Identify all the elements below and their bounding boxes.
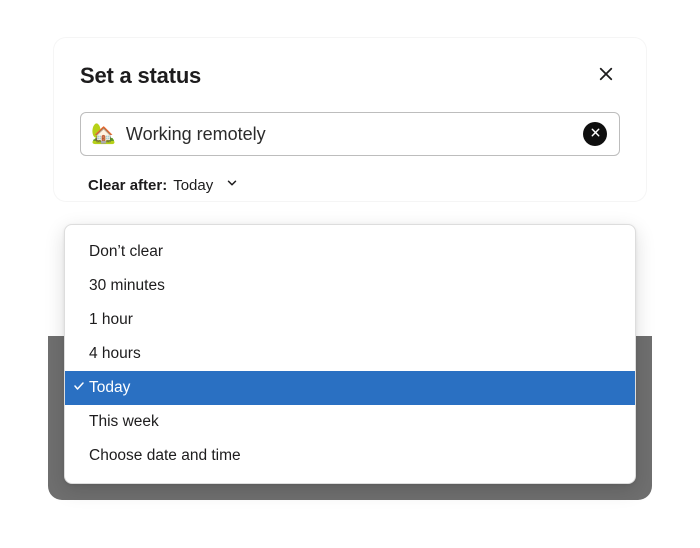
option-today[interactable]: Today xyxy=(65,371,635,405)
clear-after-label: Clear after: xyxy=(88,177,167,194)
clear-after-value: Today xyxy=(173,177,213,194)
status-input[interactable]: 🏡 Working remotely xyxy=(80,112,620,156)
option-30-minutes[interactable]: 30 minutes xyxy=(65,269,635,303)
option-label: 30 minutes xyxy=(89,277,165,295)
option-label: Choose date and time xyxy=(89,447,241,465)
status-text-value: Working remotely xyxy=(126,124,573,145)
option-label: This week xyxy=(89,413,159,431)
option-label: 4 hours xyxy=(89,345,141,363)
close-icon xyxy=(597,65,615,88)
clear-status-button[interactable] xyxy=(583,122,607,146)
option-label: Don’t clear xyxy=(89,243,163,261)
option-label: Today xyxy=(89,379,130,397)
close-button[interactable] xyxy=(592,62,620,90)
option-choose-date-time[interactable]: Choose date and time xyxy=(65,439,635,473)
clear-after-dropdown-trigger[interactable]: Clear after: Today xyxy=(80,176,239,195)
check-icon xyxy=(73,379,85,397)
x-circle-icon xyxy=(590,125,601,143)
chevron-down-icon xyxy=(219,176,239,195)
clear-after-dropdown: Don’t clear 30 minutes 1 hour 4 hours To… xyxy=(64,224,636,484)
modal-title: Set a status xyxy=(80,63,201,89)
option-label: 1 hour xyxy=(89,311,133,329)
option-4-hours[interactable]: 4 hours xyxy=(65,337,635,371)
status-emoji-icon[interactable]: 🏡 xyxy=(91,124,116,144)
option-this-week[interactable]: This week xyxy=(65,405,635,439)
option-dont-clear[interactable]: Don’t clear xyxy=(65,235,635,269)
set-status-modal: Set a status 🏡 Working remotely Clear af… xyxy=(54,38,646,201)
modal-header: Set a status xyxy=(80,62,620,90)
option-1-hour[interactable]: 1 hour xyxy=(65,303,635,337)
